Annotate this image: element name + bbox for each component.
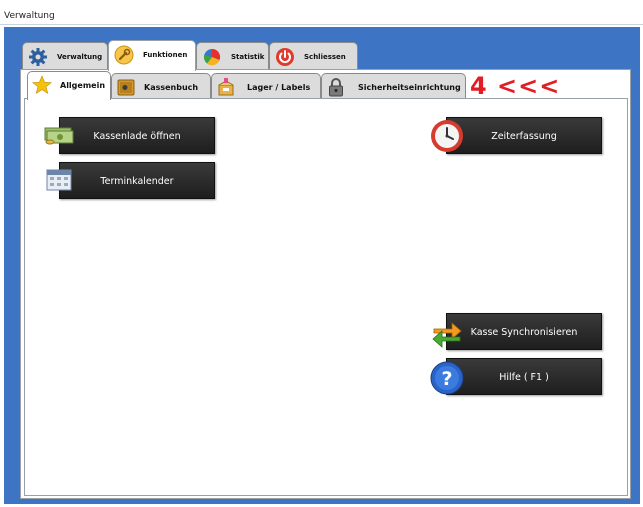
money-icon [44, 127, 74, 145]
step-annotation: 4 <<< [470, 72, 561, 100]
tab-statistik[interactable]: Statistik [196, 42, 269, 70]
help-icon: ? [430, 361, 464, 395]
subtab-label: Kassenbuch [144, 83, 199, 92]
kassenlade-oeffnen-button[interactable]: Kassenlade öffnen [59, 117, 215, 154]
wrench-icon [114, 45, 134, 65]
tab-label: Verwaltung [57, 53, 103, 61]
tab-label: Schliessen [304, 53, 346, 61]
padlock-icon [329, 78, 343, 97]
button-label: Zeiterfassung [491, 131, 557, 142]
sync-arrows-icon [432, 322, 462, 348]
tab-schliessen[interactable]: Schliessen [269, 42, 358, 70]
subtab-label: Sicherheitseinrichtung [358, 83, 461, 92]
subtab-label: Lager / Labels [247, 83, 311, 92]
subtab-label: Allgemein [60, 81, 106, 90]
calendar-icon [46, 169, 72, 191]
button-label: Kasse Synchronisieren [470, 327, 578, 338]
button-label: Hilfe ( F1 ) [499, 372, 549, 383]
subtab-page-allgemein [24, 98, 628, 496]
subtab-kassenbuch[interactable]: Kassenbuch [111, 73, 211, 99]
pie-chart-icon [203, 48, 221, 66]
box-icon [218, 78, 234, 96]
tab-label: Funktionen [143, 51, 188, 59]
power-icon [276, 48, 294, 66]
button-label: Terminkalender [100, 176, 174, 187]
subtab-sicherheitseinrichtung[interactable]: Sicherheitseinrichtung [321, 73, 466, 99]
clock-icon [431, 120, 463, 152]
subtab-allgemein[interactable]: Allgemein [27, 71, 111, 100]
button-label: Kassenlade öffnen [93, 131, 181, 142]
tab-verwaltung[interactable]: Verwaltung [22, 42, 108, 70]
tab-label: Statistik [231, 53, 265, 61]
kasse-synchronisieren-button[interactable]: Kasse Synchronisieren [446, 313, 602, 350]
subtab-lager-labels[interactable]: Lager / Labels [211, 73, 321, 99]
svg-text:?: ? [441, 368, 452, 390]
safe-icon [117, 79, 135, 96]
gear-icon [29, 48, 47, 66]
window-title: Verwaltung [4, 11, 55, 21]
hilfe-button[interactable]: Hilfe ( F1 ) [446, 358, 602, 395]
zeiterfassung-button[interactable]: Zeiterfassung [446, 117, 602, 154]
tab-funktionen[interactable]: Funktionen [108, 40, 196, 71]
title-bar: Verwaltung [0, 0, 643, 25]
terminkalender-button[interactable]: Terminkalender [59, 162, 215, 199]
star-icon [32, 75, 52, 94]
